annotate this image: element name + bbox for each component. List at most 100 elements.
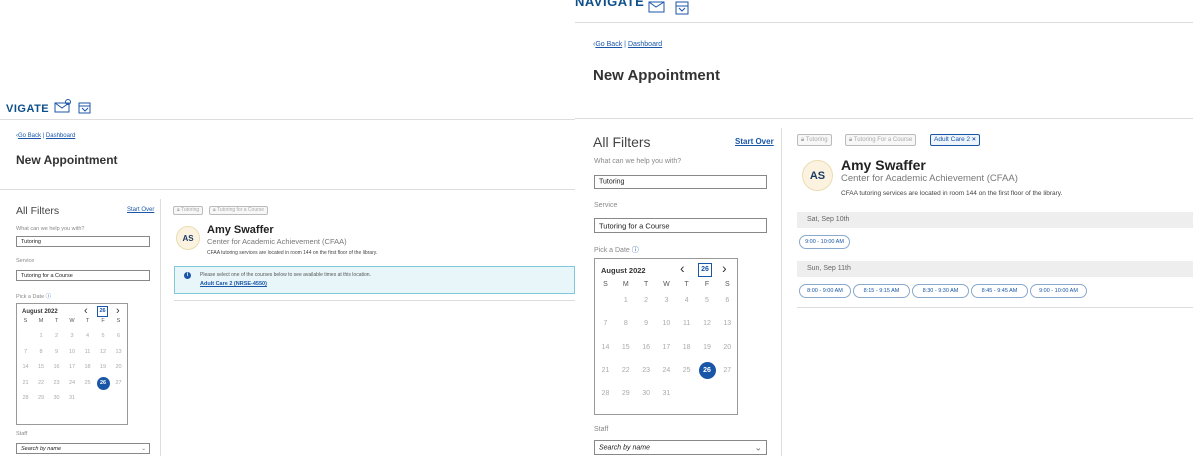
time-slot-button[interactable]: 8:15 - 9:15 AM (853, 284, 910, 298)
time-slot-button[interactable]: 8:45 - 9:45 AM (971, 284, 1028, 298)
go-back-link[interactable]: Go Back (595, 41, 622, 48)
calendar-day[interactable]: 17 (66, 361, 79, 374)
calendar-day[interactable]: 11 (678, 315, 695, 332)
selected-day[interactable]: 26 (96, 376, 110, 390)
staff-label: Staff (594, 426, 609, 433)
calendar-day[interactable]: 29 (35, 392, 48, 405)
calendar-day[interactable]: 7 (19, 346, 32, 359)
go-back-link[interactable]: Go Back (18, 133, 41, 139)
calendar-day[interactable]: 18 (81, 361, 94, 374)
calendar-day[interactable]: 10 (658, 315, 675, 332)
calendar-day[interactable]: 9 (638, 315, 655, 332)
calendar-day[interactable]: 2 (638, 292, 655, 309)
calendar-day[interactable]: 23 (638, 362, 655, 379)
calendar-day[interactable]: 25 (81, 377, 94, 390)
calendar-day[interactable]: 5 (97, 330, 110, 343)
calendar-day[interactable]: 23 (50, 377, 63, 390)
calendar-day[interactable]: 6 (112, 330, 125, 343)
calendar-day[interactable]: 1 (35, 330, 48, 343)
calendar-day[interactable]: 18 (678, 339, 695, 356)
time-slot-button[interactable]: 8:30 - 9:30 AM (912, 284, 969, 298)
help-input[interactable]: Tutoring (16, 236, 150, 247)
chevron-right-icon[interactable]: › (116, 305, 120, 317)
calendar-day[interactable]: 22 (617, 362, 634, 379)
calendar-day[interactable]: 20 (112, 361, 125, 374)
today-button[interactable]: 26 (97, 306, 108, 317)
time-slot-button[interactable]: 9:00 - 10:00 AM (799, 235, 850, 249)
calendar-day[interactable]: 24 (66, 377, 79, 390)
weekday-label: F (704, 281, 710, 288)
calendar-day[interactable]: 4 (678, 292, 695, 309)
mail-icon[interactable] (647, 0, 667, 14)
calendar-icon[interactable] (674, 0, 690, 16)
calendar-day[interactable]: 13 (112, 346, 125, 359)
calendar-day[interactable]: 31 (66, 392, 79, 405)
calendar-day[interactable]: 3 (658, 292, 675, 309)
calendar-day[interactable]: 15 (617, 339, 634, 356)
calendar-day[interactable]: 11 (81, 346, 94, 359)
calendar-day[interactable]: 3 (66, 330, 79, 343)
course-link[interactable]: Adult Care 2 (NRSE-4550) (200, 281, 267, 287)
calendar-day[interactable]: 21 (597, 362, 614, 379)
calendar-day[interactable]: 31 (658, 385, 675, 402)
chevron-left-icon[interactable]: ‹ (84, 305, 88, 317)
remove-tag-button[interactable]: × (972, 136, 976, 143)
calendar-day[interactable]: 16 (50, 361, 63, 374)
calendar-day[interactable]: 28 (19, 392, 32, 405)
chevron-right-icon[interactable]: › (722, 260, 727, 276)
calendar-day[interactable]: 25 (678, 362, 695, 379)
calendar-day[interactable]: 2 (50, 330, 63, 343)
chevron-left-icon[interactable]: ‹ (680, 260, 685, 276)
calendar-day[interactable]: 28 (597, 385, 614, 402)
calendar-day[interactable]: 20 (719, 339, 736, 356)
filter-tag-course[interactable]: Adult Care 2 × (930, 134, 980, 146)
calendar-day[interactable]: 19 (97, 361, 110, 374)
calendar-day[interactable]: 21 (19, 377, 32, 390)
calendar-day[interactable]: 24 (658, 362, 675, 379)
calendar-day[interactable]: 8 (35, 346, 48, 359)
calendar-day[interactable]: 27 (719, 362, 736, 379)
staff-search-input[interactable]: Search by name ⌄ (16, 443, 150, 454)
calendar-icon[interactable] (78, 101, 91, 114)
calendar-day[interactable]: 6 (719, 292, 736, 309)
calendar-day[interactable]: 8 (617, 315, 634, 332)
calendar-day[interactable]: 5 (699, 292, 716, 309)
calendar-day[interactable]: 4 (81, 330, 94, 343)
start-over-link[interactable]: Start Over (127, 207, 154, 213)
calendar-day[interactable]: 22 (35, 377, 48, 390)
calendar-day[interactable]: 27 (112, 377, 125, 390)
calendar-day[interactable]: 17 (658, 339, 675, 356)
start-over-link[interactable]: Start Over (735, 137, 774, 146)
calendar-day[interactable]: 15 (35, 361, 48, 374)
calendar-day[interactable]: 9 (50, 346, 63, 359)
calendar-day[interactable]: 12 (97, 346, 110, 359)
dashboard-link[interactable]: Dashboard (628, 41, 662, 48)
mail-icon[interactable] (54, 99, 72, 113)
notice-box: i Please select one of the courses below… (174, 266, 575, 294)
date-picker[interactable]: August 2022 ‹ 26 › S M T W T F S 1 2 3 4 5 6 7 8 9 10 11 1… (594, 258, 738, 415)
time-slot-button[interactable]: 8:00 - 9:00 AM (799, 284, 851, 298)
calendar-day[interactable]: 12 (699, 315, 716, 332)
service-input[interactable]: Tutoring for a Course (594, 218, 767, 233)
time-slot-button[interactable]: 9:00 - 10:00 AM (1030, 284, 1087, 298)
help-input[interactable]: Tutoring (594, 175, 767, 189)
staff-search-input[interactable]: Search by name ⌄ (594, 440, 767, 455)
weekday-label: M (38, 318, 44, 324)
calendar-day[interactable]: 10 (66, 346, 79, 359)
calendar-day[interactable]: 29 (617, 385, 634, 402)
calendar-day[interactable]: 16 (638, 339, 655, 356)
selected-day[interactable]: 26 (698, 361, 716, 379)
calendar-day[interactable]: 30 (638, 385, 655, 402)
service-input[interactable]: Tutoring for a Course (16, 270, 150, 281)
calendar-day[interactable]: 19 (699, 339, 716, 356)
weekday-label: T (54, 318, 59, 324)
calendar-day[interactable]: 30 (50, 392, 63, 405)
dashboard-link[interactable]: Dashboard (46, 133, 75, 139)
calendar-day[interactable]: 1 (617, 292, 634, 309)
calendar-day[interactable]: 14 (19, 361, 32, 374)
today-button[interactable]: 26 (698, 263, 712, 277)
calendar-day[interactable]: 7 (597, 315, 614, 332)
date-picker[interactable]: August 2022 ‹ 26 › S M T W T F S 1 2 3 4 5 6 7 8 9 10 11 1… (16, 303, 128, 425)
calendar-day[interactable]: 14 (597, 339, 614, 356)
calendar-day[interactable]: 13 (719, 315, 736, 332)
